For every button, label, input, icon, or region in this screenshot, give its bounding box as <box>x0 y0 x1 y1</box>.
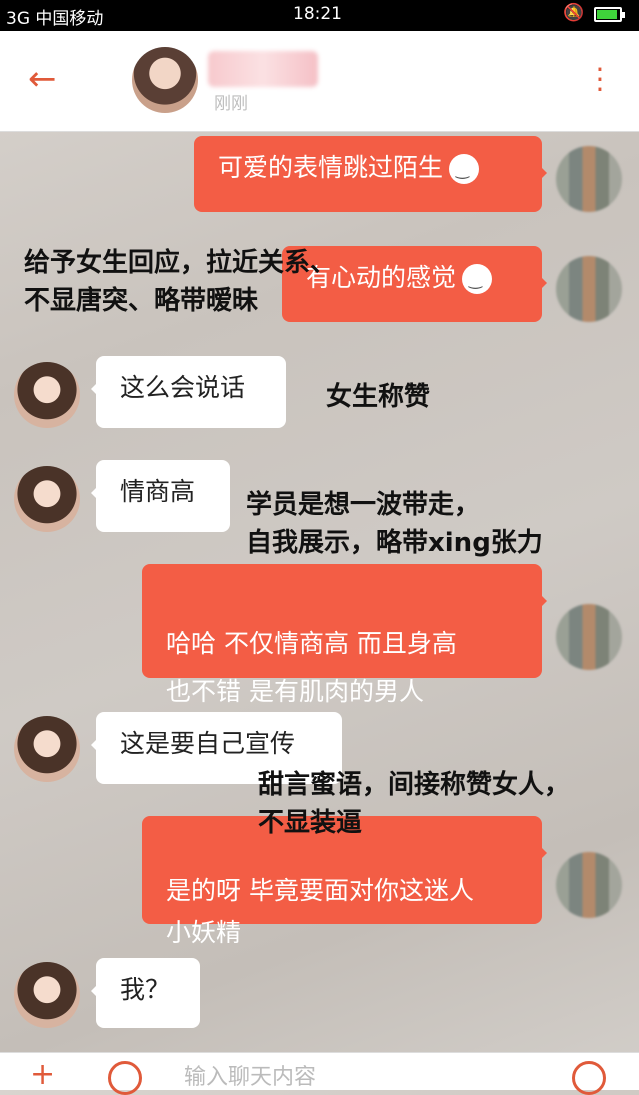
chat-header: ← 刚刚 · · · <box>0 31 639 132</box>
voice-icon[interactable] <box>572 1061 606 1095</box>
my-avatar[interactable] <box>556 852 622 918</box>
annotation-note: 给予女生回应，拉近关系、 不显唐突、略带暧昧 <box>24 248 337 316</box>
message-text: 哈哈 不仅情商高 而且身高 也不错 是有肌肉的男人 <box>166 629 457 706</box>
message-text: 这么会说话 <box>120 373 246 402</box>
contact-status: 刚刚 <box>214 94 248 114</box>
message-bubble-in: 我？ <box>91 958 200 1028</box>
message-text: 是的呀 毕竟要面对你这迷人 小妖精 <box>166 876 474 947</box>
wink-emoji-icon <box>462 258 493 302</box>
message-text: 可爱的表情跳过陌生 <box>218 153 444 182</box>
annotation-note: 甜言蜜语，间接称赞女人， 不显装逼 <box>258 770 571 838</box>
wink-emoji-icon <box>449 148 480 192</box>
contact-avatar[interactable] <box>14 362 80 428</box>
my-avatar[interactable] <box>556 604 622 670</box>
my-avatar[interactable] <box>556 146 622 212</box>
message-text: 我？ <box>120 975 171 1004</box>
message-bubble-in: 情商高 <box>91 460 230 532</box>
annotation-note: 学员是想一波带走， 自我展示，略带xing张力 <box>246 490 543 558</box>
message-text: 情商高 <box>120 477 196 506</box>
my-avatar[interactable] <box>556 256 622 322</box>
message-input[interactable]: 输入聊天内容 <box>184 1059 316 1091</box>
message-bubble-out: 可爱的表情跳过陌生 <box>194 136 547 212</box>
annotation-note: 女生称赞 <box>326 382 431 412</box>
back-arrow-icon[interactable]: ← <box>28 59 68 99</box>
more-icon[interactable]: · · · <box>590 56 610 104</box>
contact-name-blurred <box>208 51 318 87</box>
bell-muted-icon: 🔕 <box>563 3 585 23</box>
message-bubble-out: 哈哈 不仅情商高 而且身高 也不错 是有肌肉的男人 <box>142 564 547 706</box>
carrier-label: 3G 中国移动 <box>6 9 104 29</box>
plus-icon[interactable]: + <box>30 1057 55 1092</box>
battery-icon <box>594 7 625 22</box>
emoji-icon[interactable] <box>108 1061 142 1095</box>
clock: 18:21 <box>293 4 342 24</box>
message-bubble-in: 这么会说话 <box>91 356 286 428</box>
message-text: 这是要自己宣传 <box>120 729 296 758</box>
contact-avatar[interactable] <box>14 466 80 532</box>
contact-avatar[interactable] <box>14 716 80 782</box>
contact-avatar[interactable] <box>14 962 80 1028</box>
input-bar: + 输入聊天内容 <box>0 1052 639 1095</box>
status-bar: 3G 中国移动 18:21 🔕 <box>0 0 639 31</box>
contact-avatar[interactable] <box>132 47 198 113</box>
